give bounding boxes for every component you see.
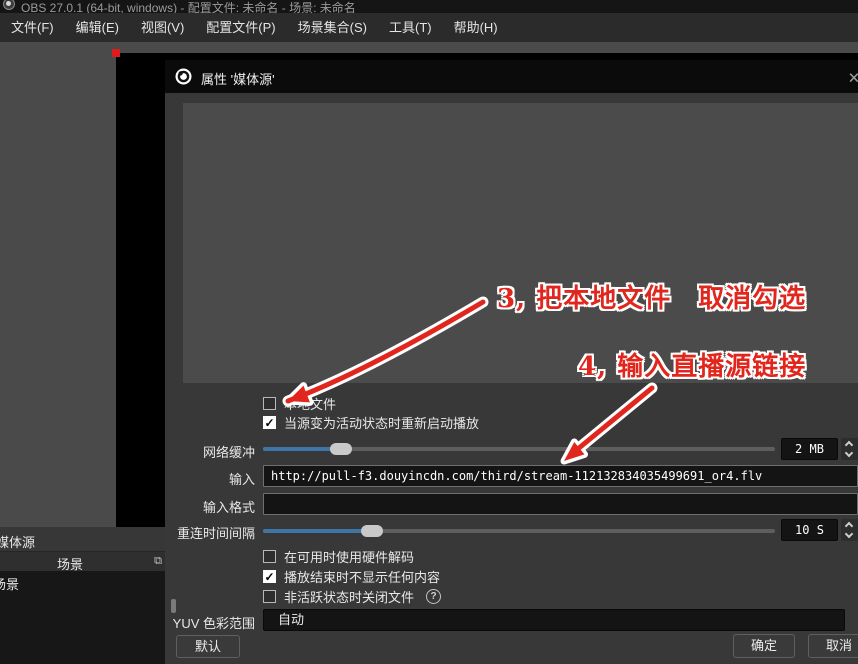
scene-list-item[interactable]: 场景 — [0, 574, 19, 593]
checkbox-local-file[interactable]: 本地文件 — [263, 394, 336, 413]
checkbox-label: 播放结束时不显示任何内容 — [284, 567, 440, 586]
window-titlebar: OBS 27.0.1 (64-bit, windows) - 配置文件: 未命名… — [0, 0, 858, 13]
ok-button[interactable]: 确定 — [733, 634, 795, 658]
scenes-list: 场景 — [0, 571, 178, 664]
defaults-button[interactable]: 默认 — [176, 635, 240, 658]
reconnect-delay-slider[interactable] — [263, 529, 775, 533]
annotation-step4-text: 4, 输入直播源链接 — [578, 346, 806, 383]
dialog-title: 属性 '媒体源' — [201, 69, 275, 88]
input-format-label: 输入格式 — [171, 497, 255, 516]
checkbox-box[interactable] — [263, 550, 276, 563]
input-url-field[interactable] — [263, 465, 858, 487]
input-label: 输入 — [171, 469, 255, 488]
input-format-field[interactable] — [263, 493, 858, 515]
menu-help[interactable]: 帮助(H) — [443, 13, 509, 42]
checkbox-label: 当源变为活动状态时重新启动播放 — [284, 413, 479, 432]
checkbox-box[interactable] — [263, 590, 276, 603]
checkbox-label: 在可用时使用硬件解码 — [284, 547, 414, 566]
checkbox-hw-decode[interactable]: 在可用时使用硬件解码 — [263, 547, 414, 566]
menu-view[interactable]: 视图(V) — [130, 13, 195, 42]
network-buffer-spinner[interactable] — [841, 438, 858, 460]
slider-fill — [263, 529, 368, 533]
yuv-color-range-select[interactable]: 自动 — [263, 609, 845, 631]
reconnect-delay-value[interactable]: 10 S — [781, 519, 838, 541]
docks-panel: 媒体源 场景 ⧉ 场景 — [0, 527, 178, 664]
slider-handle[interactable] — [330, 443, 352, 455]
help-icon[interactable]: ? — [426, 589, 441, 604]
checkbox-hide-when-ended[interactable]: ✓ 播放结束时不显示任何内容 — [263, 567, 440, 586]
checkbox-restart-on-active[interactable]: ✓ 当源变为活动状态时重新启动播放 — [263, 413, 479, 432]
yuv-color-range-label: YUV 色彩范围 — [167, 613, 255, 632]
checkbox-box[interactable]: ✓ — [263, 416, 276, 429]
checkbox-label: 非活跃状态时关闭文件 — [284, 587, 414, 606]
menu-scene-collection[interactable]: 场景集合(S) — [287, 13, 378, 42]
network-buffer-value[interactable]: 2 MB — [781, 438, 838, 460]
menu-file[interactable]: 文件(F) — [0, 13, 65, 42]
reconnect-delay-spinner[interactable] — [841, 519, 858, 541]
menu-edit[interactable]: 编辑(E) — [65, 13, 130, 42]
checkbox-close-when-inactive[interactable]: 非活跃状态时关闭文件 ? — [263, 587, 441, 606]
slider-handle[interactable] — [361, 525, 383, 537]
network-buffer-slider[interactable] — [263, 447, 775, 451]
checkbox-label: 本地文件 — [284, 394, 336, 413]
checkbox-box[interactable] — [263, 397, 276, 410]
media-preview-area — [183, 103, 858, 383]
obs-logo-icon — [3, 0, 15, 10]
checkbox-box[interactable]: ✓ — [263, 570, 276, 583]
annotation-step3-text: 3, 把本地文件 取消勾选 — [497, 278, 806, 315]
menu-tools[interactable]: 工具(T) — [378, 13, 443, 42]
dialog-titlebar[interactable]: 属性 '媒体源' 🗙 — [165, 60, 858, 93]
reconnect-delay-label: 重连时间间隔 — [171, 523, 255, 542]
undock-icon[interactable]: ⧉ — [154, 555, 162, 568]
window-title: OBS 27.0.1 (64-bit, windows) - 配置文件: 未命名… — [21, 0, 356, 13]
menu-bar: 文件(F) 编辑(E) 视图(V) 配置文件(P) 场景集合(S) 工具(T) … — [0, 13, 858, 42]
obs-dialog-icon — [175, 68, 192, 85]
close-icon[interactable]: 🗙 — [849, 68, 858, 90]
source-drag-handle[interactable] — [112, 49, 120, 57]
yuv-color-range-value: 自动 — [278, 612, 304, 627]
slider-fill — [263, 447, 337, 451]
scrollbar-thumb[interactable] — [171, 599, 176, 613]
menu-profile[interactable]: 配置文件(P) — [195, 13, 286, 42]
scenes-dock-header: 场景 ⧉ — [0, 552, 178, 571]
network-buffer-label: 网络缓冲 — [171, 442, 255, 461]
cancel-button[interactable]: 取消 — [808, 634, 858, 658]
media-source-item[interactable]: 媒体源 — [0, 532, 35, 551]
